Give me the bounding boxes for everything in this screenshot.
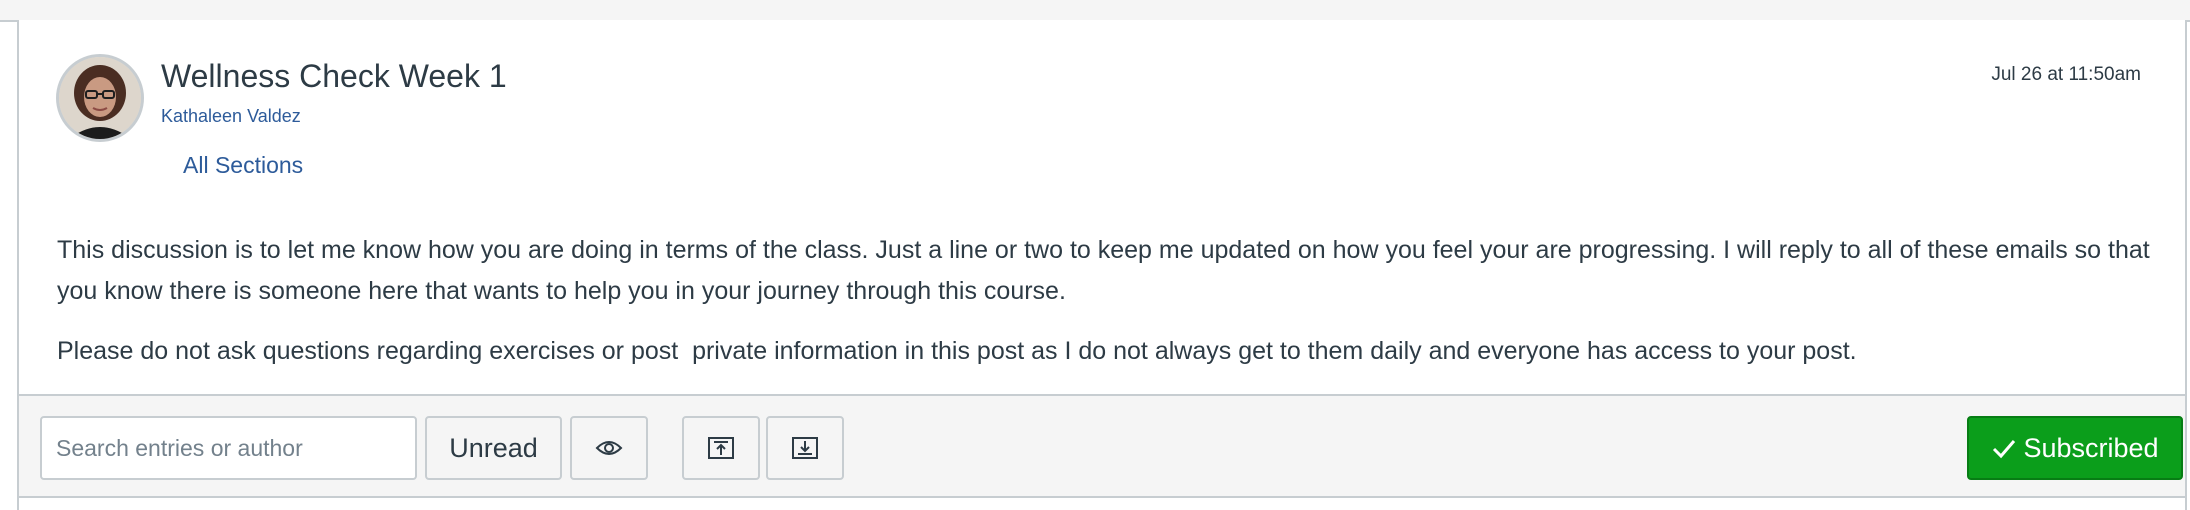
collapse-up-icon — [707, 436, 735, 460]
post-timestamp: Jul 26 at 11:50am — [1991, 64, 2141, 85]
mark-all-read-button[interactable] — [570, 416, 648, 480]
body-paragraph: Please do not ask questions regarding ex… — [57, 337, 1857, 365]
discussion-toolbar: Unread — [19, 394, 2185, 498]
expand-replies-button[interactable] — [766, 416, 844, 480]
subscribed-button[interactable]: Subscribed — [1967, 416, 2183, 480]
page-top-strip — [0, 0, 2190, 22]
body-paragraph: This discussion is to let me know how yo… — [57, 236, 2157, 305]
subscribed-label: Subscribed — [2023, 432, 2159, 463]
eye-icon — [595, 439, 623, 457]
unread-button-label: Unread — [449, 432, 538, 463]
check-icon — [1991, 437, 2017, 459]
unread-filter-button[interactable]: Unread — [425, 416, 562, 480]
expand-down-icon — [791, 436, 819, 460]
discussion-body: This discussion is to let me know how yo… — [57, 230, 2157, 391]
discussion-title: Wellness Check Week 1 — [161, 58, 507, 94]
author-avatar[interactable] — [56, 54, 144, 142]
author-name-link[interactable]: Kathaleen Valdez — [161, 106, 301, 127]
discussion-card: Wellness Check Week 1 Kathaleen Valdez A… — [17, 20, 2187, 510]
avatar-photo-icon — [59, 57, 141, 139]
search-input[interactable] — [40, 416, 417, 480]
sections-link[interactable]: All Sections — [183, 152, 303, 179]
collapse-replies-button[interactable] — [682, 416, 760, 480]
